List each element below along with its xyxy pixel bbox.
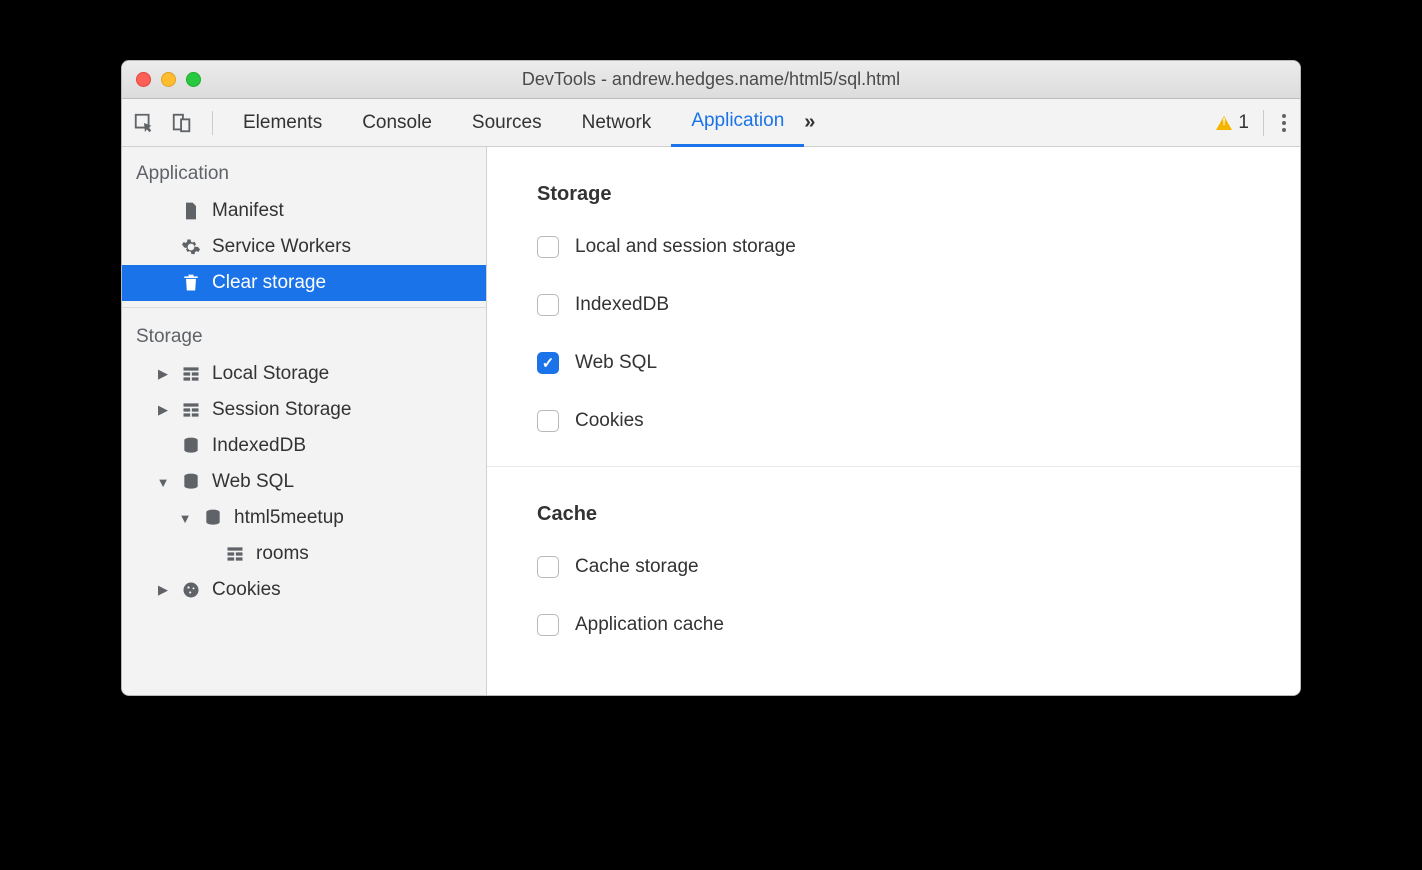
devtools-tabs: Elements Console Sources Network Applica… [223,99,1206,147]
table-icon [180,363,202,385]
sidebar-section-application: Application [122,151,486,193]
settings-menu-icon[interactable] [1278,110,1290,136]
sidebar-item-label: Web SQL [212,471,294,493]
sidebar-item-indexeddb[interactable]: IndexedDB [122,428,486,464]
sidebar-item-label: html5meetup [234,507,344,529]
option-indexeddb[interactable]: IndexedDB [537,284,1250,342]
inspect-element-icon[interactable] [132,111,156,135]
checkbox-cache-storage[interactable] [537,556,559,578]
devtools-toolbar: Elements Console Sources Network Applica… [122,99,1300,147]
tab-console[interactable]: Console [342,99,452,147]
sidebar-divider [122,307,486,308]
checkbox-local-session[interactable] [537,236,559,258]
tabs-overflow-icon[interactable]: » [804,111,811,134]
option-label: Web SQL [575,352,657,374]
titlebar: DevTools - andrew.hedges.name/html5/sql.… [122,61,1300,99]
warning-count: 1 [1238,112,1249,134]
option-cache-storage[interactable]: Cache storage [537,546,1250,604]
sidebar-item-label: Session Storage [212,399,351,421]
sidebar-item-manifest[interactable]: Manifest [122,193,486,229]
sidebar-item-session-storage[interactable]: ▶ Session Storage [122,392,486,428]
zoom-window-button[interactable] [186,72,201,87]
storage-section: Storage Local and session storage Indexe… [487,147,1300,467]
sidebar-item-label: Local Storage [212,363,329,385]
window-title: DevTools - andrew.hedges.name/html5/sql.… [122,69,1300,90]
main-panel: Storage Local and session storage Indexe… [487,147,1300,695]
tab-sources[interactable]: Sources [452,99,562,147]
option-label: IndexedDB [575,294,669,316]
device-toolbar-icon[interactable] [170,111,194,135]
database-icon [202,507,224,529]
minimize-window-button[interactable] [161,72,176,87]
sidebar-section-storage: Storage [122,314,486,356]
cookie-icon [180,579,202,601]
option-local-session[interactable]: Local and session storage [537,226,1250,284]
sidebar-item-label: rooms [256,543,309,565]
checkbox-cookies[interactable] [537,410,559,432]
sidebar-item-local-storage[interactable]: ▶ Local Storage [122,356,486,392]
sidebar-item-web-sql-table[interactable]: rooms [122,536,486,572]
checkbox-application-cache[interactable] [537,614,559,636]
option-label: Cache storage [575,556,699,578]
checkbox-web-sql[interactable] [537,352,559,374]
devtools-window: DevTools - andrew.hedges.name/html5/sql.… [121,60,1301,696]
window-controls [122,72,201,87]
chevron-down-icon: ▼ [178,511,192,526]
sidebar-item-label: Cookies [212,579,281,601]
storage-heading: Storage [537,183,1250,206]
sidebar-item-web-sql[interactable]: ▼ Web SQL [122,464,486,500]
option-cookies[interactable]: Cookies [537,400,1250,458]
toolbar-divider [1263,110,1264,136]
application-sidebar: Application Manifest Service Workers Cle… [122,147,487,695]
trash-icon [180,272,202,294]
sidebar-item-service-workers[interactable]: Service Workers [122,229,486,265]
document-icon [180,200,202,222]
option-label: Local and session storage [575,236,796,258]
database-icon [180,435,202,457]
tab-network[interactable]: Network [562,99,672,147]
warnings-indicator[interactable]: 1 [1216,112,1249,134]
sidebar-item-label: Manifest [212,200,284,222]
sidebar-item-label: Service Workers [212,236,351,258]
chevron-right-icon: ▶ [156,402,170,418]
checkbox-indexeddb[interactable] [537,294,559,316]
option-application-cache[interactable]: Application cache [537,604,1250,662]
option-label: Application cache [575,614,724,636]
option-label: Cookies [575,410,644,432]
sidebar-item-web-sql-db[interactable]: ▼ html5meetup [122,500,486,536]
cache-section: Cache Cache storage Application cache [487,467,1300,670]
gear-icon [180,236,202,258]
close-window-button[interactable] [136,72,151,87]
tab-application[interactable]: Application [671,99,804,147]
table-icon [180,399,202,421]
sidebar-item-clear-storage[interactable]: Clear storage [122,265,486,301]
database-icon [180,471,202,493]
sidebar-item-label: Clear storage [212,272,326,294]
table-icon [224,543,246,565]
tab-elements[interactable]: Elements [223,99,342,147]
sidebar-item-cookies[interactable]: ▶ Cookies [122,572,486,608]
option-web-sql[interactable]: Web SQL [537,342,1250,400]
chevron-right-icon: ▶ [156,366,170,382]
chevron-down-icon: ▼ [156,475,170,490]
chevron-right-icon: ▶ [156,582,170,598]
cache-heading: Cache [537,503,1250,526]
sidebar-item-label: IndexedDB [212,435,306,457]
warning-icon [1216,116,1232,130]
